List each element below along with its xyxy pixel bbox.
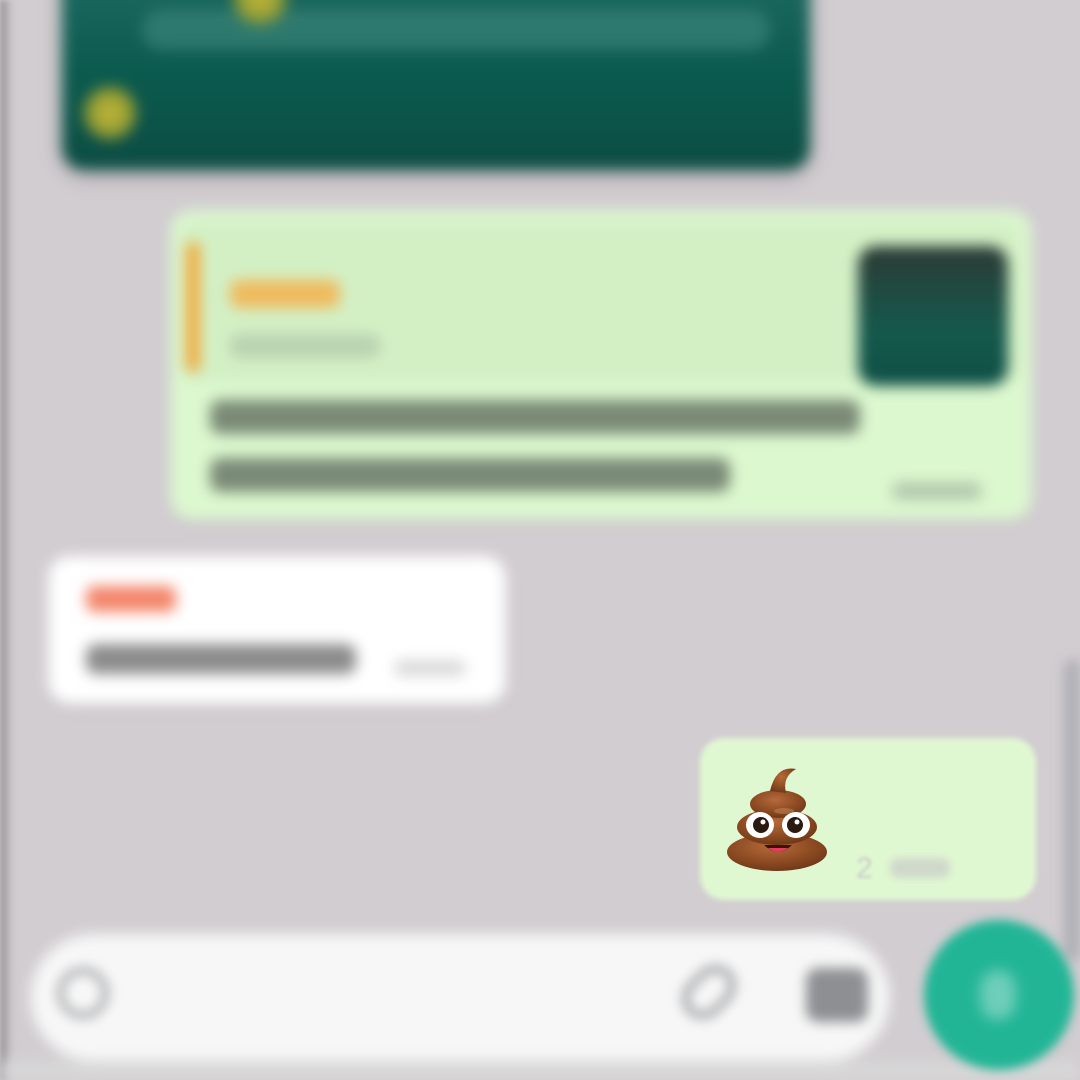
image-highlight [82, 85, 138, 141]
message-composer[interactable] [30, 934, 890, 1062]
quoted-message-type [230, 334, 380, 358]
pile-of-poo-emoji [712, 755, 842, 885]
quote-accent-bar [186, 242, 200, 372]
message-timestamp [892, 482, 982, 500]
quoted-message[interactable] [180, 222, 1020, 386]
message-text [86, 644, 356, 674]
incoming-message[interactable] [48, 556, 506, 704]
read-receipt-icon [890, 858, 950, 878]
message-timestamp: 2 [856, 852, 874, 885]
poo-icon [727, 768, 827, 871]
message-text-line [210, 400, 860, 434]
image-message[interactable] [62, 0, 810, 170]
sender-name [86, 586, 176, 612]
quoted-image-thumbnail [858, 246, 1008, 386]
image-band [142, 10, 770, 50]
navigation-bar-edge [0, 1062, 1080, 1080]
message-timestamp [394, 660, 466, 676]
mic-icon[interactable] [980, 970, 1016, 1020]
quoted-sender-name [230, 280, 340, 308]
emoji-icon[interactable] [58, 968, 108, 1018]
camera-icon[interactable] [806, 968, 868, 1022]
outgoing-reply-message[interactable] [170, 210, 1032, 520]
message-text-line [210, 458, 730, 492]
blurred-chat-layer [0, 0, 1080, 1080]
